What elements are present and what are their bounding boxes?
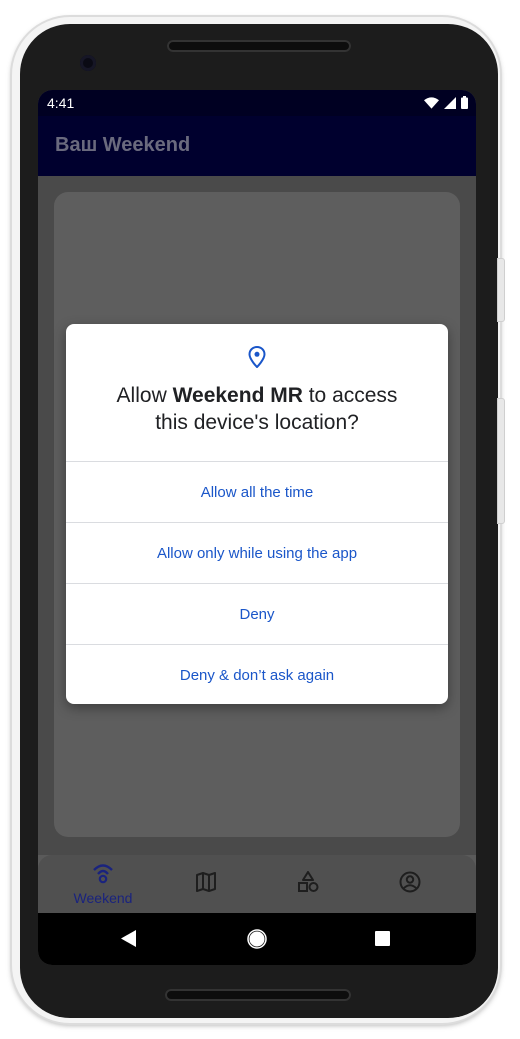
deny-dont-ask-button[interactable]: Deny & don’t ask again: [66, 644, 448, 704]
location-pin-icon: [248, 345, 266, 373]
broadcast-icon: [91, 862, 115, 889]
signal-icon: [444, 96, 456, 114]
wifi-icon: [424, 96, 439, 114]
side-button-lower: [497, 398, 505, 524]
status-time: 4:41: [47, 95, 75, 111]
system-navigation-bar: [38, 913, 476, 965]
home-icon[interactable]: [247, 929, 267, 954]
dialog-title-app-name: Weekend MR: [172, 384, 303, 407]
app-title: Ваш Weekend: [55, 134, 191, 156]
account-circle-icon: [399, 871, 421, 898]
recents-icon[interactable]: [375, 931, 390, 951]
app-bar: Ваш Weekend: [38, 116, 476, 176]
map-icon: [195, 871, 217, 898]
bottom-speaker: [165, 989, 351, 1001]
nav-item-weekend[interactable]: Weekend: [53, 855, 153, 913]
nav-label-weekend: Weekend: [73, 890, 133, 906]
location-permission-dialog: Allow Weekend MR to access this device's…: [66, 324, 448, 704]
front-camera: [80, 55, 96, 71]
back-icon[interactable]: [121, 930, 136, 952]
nav-item-map[interactable]: [156, 855, 256, 913]
shapes-icon: [297, 870, 319, 898]
allow-all-time-button[interactable]: Allow all the time: [66, 461, 448, 522]
dialog-title-suffix: to access: [302, 384, 398, 407]
status-bar: 4:41: [38, 90, 476, 116]
side-button-upper: [497, 258, 505, 322]
allow-while-using-button[interactable]: Allow only while using the app: [66, 522, 448, 583]
dialog-title: Allow Weekend MR to access this device's…: [66, 382, 448, 436]
deny-button[interactable]: Deny: [66, 583, 448, 644]
bottom-navigation: Weekend: [38, 855, 476, 913]
nav-item-categories[interactable]: [258, 855, 358, 913]
battery-icon: [461, 96, 468, 114]
nav-item-profile[interactable]: [360, 855, 460, 913]
earpiece-speaker: [167, 40, 351, 52]
dialog-title-prefix: Allow: [116, 384, 173, 407]
dialog-title-line2: this device's location?: [155, 411, 359, 434]
